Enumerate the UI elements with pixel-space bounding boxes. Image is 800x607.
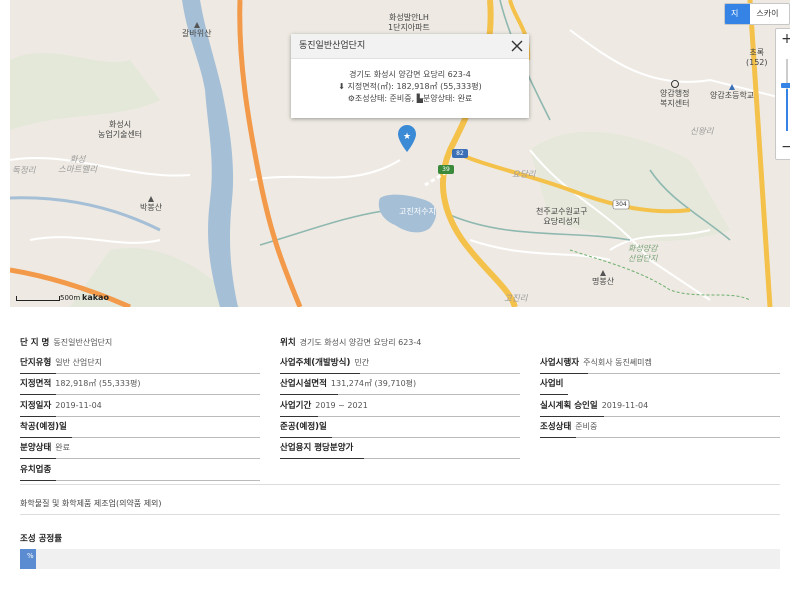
info-period: 사업기간 2019 ~ 2021	[280, 397, 520, 417]
map-label-church: 천주교수원교구 요당리성지	[536, 207, 588, 226]
mountain-icon	[600, 270, 607, 276]
kakao-logo: kakao	[82, 293, 109, 302]
zoom-fill	[786, 89, 788, 131]
download-icon: ⬇	[338, 82, 345, 91]
progress-bar: %	[20, 549, 780, 569]
scale-label: 500m	[60, 294, 81, 302]
map-view[interactable]: ★ 화성발안LH 1단지아파트 갈바위산 화성시 농업기술센터 화성 스마트밸리…	[10, 0, 790, 307]
map-label-welfare: 양감행정 복지센터	[660, 80, 689, 109]
close-icon[interactable]	[509, 38, 525, 54]
zoom-control: + −	[775, 28, 790, 160]
info-popup: 동진일반산업단지 경기도 화성시 양감면 요당리 623-4 ⬇ 지정면적(㎡)…	[291, 34, 529, 118]
map-view-button[interactable]: 지도	[725, 4, 751, 24]
popup-area-row: ⬇ 지정면적(㎡): 182,918㎡ (55,333평)	[291, 81, 529, 93]
route-shield-82: 82	[456, 150, 464, 157]
popup-status-row: ⚙조성상태: 준비중, ▙분양상태: 완료	[291, 93, 529, 105]
map-label-school: 양감초등학교	[710, 84, 754, 101]
info-area: 지정면적 182,918㎡ (55,333평)	[20, 375, 260, 395]
industry-description: 화학물질 및 화학제품 제조업(의약품 제외)	[20, 499, 162, 508]
zoom-in-button[interactable]: +	[776, 29, 790, 49]
info-industries: 유치업종	[20, 461, 260, 481]
popup-area: 지정면적(㎡): 182,918㎡ (55,333평)	[347, 82, 482, 91]
map-label-gojin: 고진저수지	[399, 207, 436, 216]
zoom-handle[interactable]	[781, 83, 790, 88]
popup-address: 경기도 화성시 양감면 요당리 623-4	[349, 70, 471, 79]
map-label-smart-valley: 화성 스마트밸리	[58, 155, 98, 175]
gear-icon: ⚙	[347, 94, 355, 103]
mountain-icon	[193, 22, 200, 28]
info-cost: 사업비	[540, 375, 780, 395]
skyview-button[interactable]: 스카이뷰	[750, 4, 789, 24]
map-label-agri-center: 화성시 농업기술센터	[98, 120, 143, 139]
progress-text: %	[27, 552, 34, 560]
popup-status: 조성상태: 준비중,	[354, 94, 415, 103]
info-sale-status: 분양상태 완료	[20, 439, 260, 459]
map-label-bakbongsan: 박봉산	[140, 196, 162, 213]
popup-title: 동진일반산업단지	[291, 34, 529, 59]
route-shield-304: 304	[615, 201, 627, 208]
info-start: 착공(예정)일	[20, 418, 260, 438]
info-location: 위치 경기도 화성시 양감면 요당리 623-4	[280, 338, 422, 348]
map-label-myeongbongsan: 명봉산	[592, 270, 614, 287]
progress-title: 조성 공정률	[20, 534, 63, 544]
route-shield-39: 39	[442, 166, 450, 173]
map-label-gojinri: 고진리	[504, 294, 528, 304]
map-label-industrial-park: 화성양감 산업단지	[628, 244, 658, 263]
school-icon	[729, 84, 736, 90]
poi-icon	[670, 80, 679, 88]
info-operator: 사업시행자 주식회사 동진쎄미켐	[540, 354, 780, 374]
info-operator-type: 사업주체(개발방식) 민간	[280, 354, 520, 374]
map-label-chorok: 초록 (152)	[746, 48, 768, 67]
popup-sale: 분양상태: 완료	[422, 94, 473, 103]
mountain-icon	[148, 196, 155, 202]
info-status: 조성상태 준비중	[540, 418, 780, 438]
map-label-dokjeong: 독정리	[12, 166, 36, 176]
info-designated-date: 지정일자 2019-11-04	[20, 397, 260, 417]
map-label-sinwangri: 신왕리	[690, 127, 714, 137]
map-type-toggle: 지도 스카이뷰	[724, 3, 790, 25]
divider	[20, 484, 780, 485]
info-price: 산업용지 평당분양가	[280, 439, 520, 459]
info-plan-approval: 실시계획 승인일 2019-11-04	[540, 397, 780, 417]
info-type: 단지유형 일반 산업단지	[20, 354, 260, 374]
info-completion: 준공(예정)일	[280, 418, 520, 438]
info-name: 단 지 명 동진일반산업단지	[20, 338, 113, 348]
svg-text:★: ★	[403, 132, 411, 142]
map-label-galbawisan: 갈바위산	[182, 22, 211, 39]
map-label-yodangri: 요당리	[512, 170, 536, 180]
divider	[20, 514, 780, 515]
zoom-out-button[interactable]: −	[776, 137, 790, 157]
info-facility-area: 산업시설면적 131,274㎡ (39,710평)	[280, 375, 520, 395]
map-label-apartment: 화성발안LH 1단지아파트	[388, 13, 430, 32]
scale-bar	[16, 296, 60, 301]
